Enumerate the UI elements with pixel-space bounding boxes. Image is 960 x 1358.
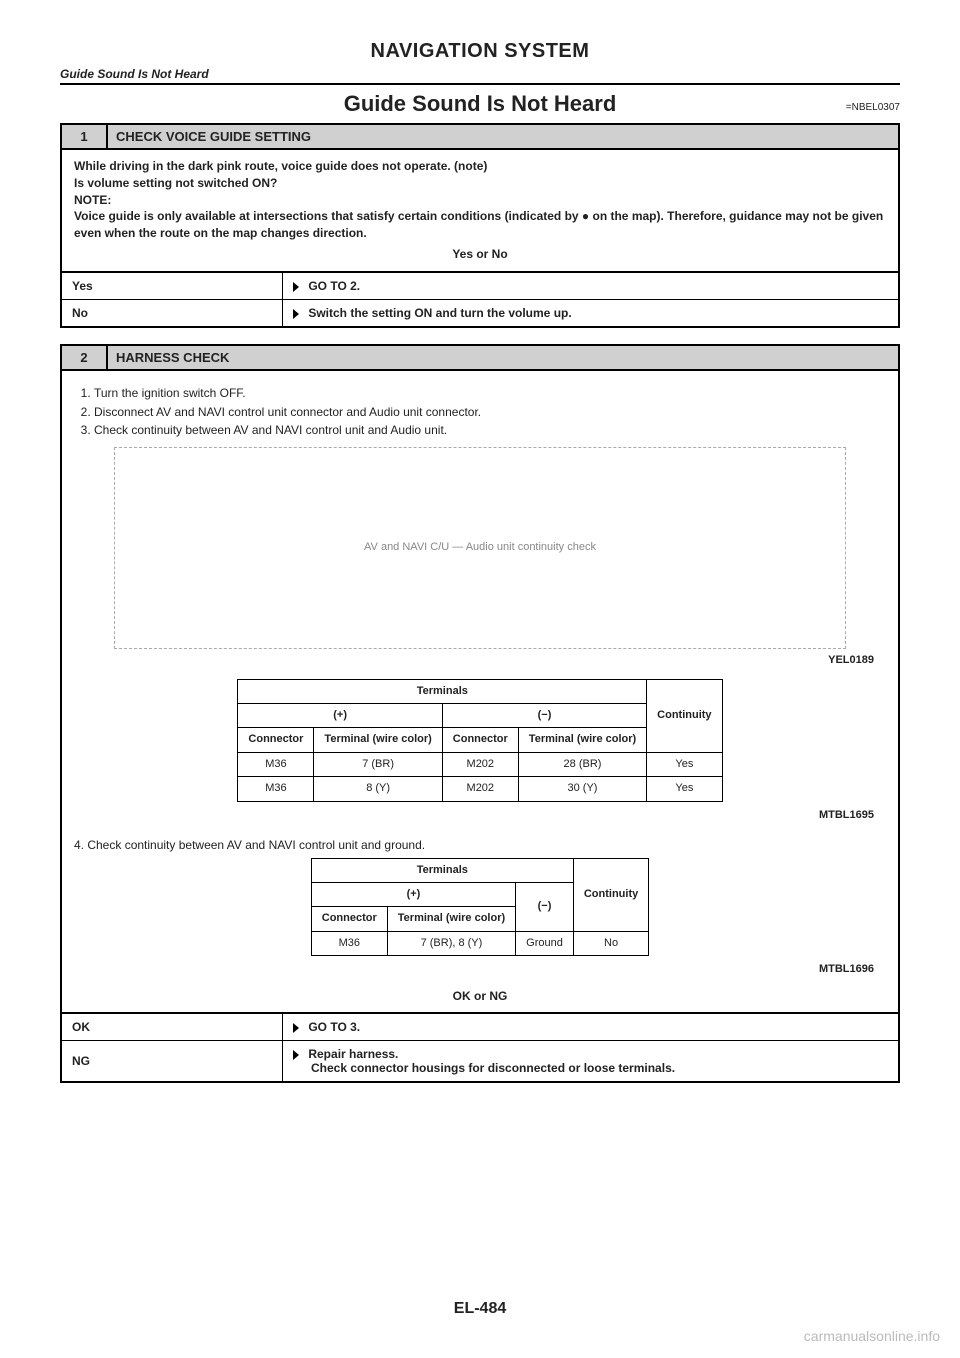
page: NAVIGATION SYSTEM Guide Sound Is Not Hea… xyxy=(0,0,960,1358)
cell: 8 (Y) xyxy=(314,777,442,801)
diagram-label: AV and NAVI C/U — Audio unit continuity … xyxy=(364,540,596,555)
cell: 7 (BR), 8 (Y) xyxy=(387,931,515,955)
page-number: EL-484 xyxy=(0,1300,960,1318)
th-terminal: Terminal (wire color) xyxy=(387,907,515,931)
wiring-diagram: AV and NAVI C/U — Audio unit continuity … xyxy=(114,447,846,649)
th-connector: Connector xyxy=(311,907,387,931)
chevron-right-icon xyxy=(293,1050,299,1060)
table-row: M36 7 (BR), 8 (Y) Ground No xyxy=(311,931,648,955)
cell: M202 xyxy=(442,752,518,776)
diagram-code: YEL0189 xyxy=(74,653,886,674)
step-2-result-label: OK or NG xyxy=(74,984,886,1009)
step-2-body: Turn the ignition switch OFF. Disconnect… xyxy=(62,371,898,1013)
cell: Ground xyxy=(516,931,574,955)
cell: Yes xyxy=(647,752,722,776)
step-2-ol: Turn the ignition switch OFF. Disconnect… xyxy=(74,385,886,439)
th-minus: (−) xyxy=(442,703,646,727)
cell: M36 xyxy=(238,752,314,776)
chevron-right-icon xyxy=(293,1023,299,1033)
continuity-table-2: Terminals Continuity (+) (−) Connector T… xyxy=(311,858,649,957)
list-item: Turn the ignition switch OFF. xyxy=(94,385,886,402)
result-right: Repair harness. Check connector housings… xyxy=(283,1041,899,1082)
step-2-result-table: OK GO TO 3. NG Repair harness. Check con… xyxy=(62,1012,898,1081)
th-terminals: Terminals xyxy=(238,679,647,703)
table1-code: MTBL1695 xyxy=(74,806,886,829)
breadcrumb: Guide Sound Is Not Heard xyxy=(60,67,900,85)
result-right: GO TO 3. xyxy=(283,1013,899,1041)
step-1-line2: Is volume setting not switched ON? xyxy=(74,175,886,192)
cell: 30 (Y) xyxy=(518,777,646,801)
table-row: Terminals Continuity xyxy=(238,679,722,703)
result-left: NG xyxy=(62,1041,283,1082)
chevron-right-icon xyxy=(293,309,299,319)
result-right-text: GO TO 3. xyxy=(308,1020,360,1034)
table2-code: MTBL1696 xyxy=(74,960,886,983)
result-right-text: GO TO 2. xyxy=(308,279,360,293)
table-row: M36 7 (BR) M202 28 (BR) Yes xyxy=(238,752,722,776)
table1-wrap: Terminals Continuity (+) (−) Connector T… xyxy=(74,679,886,802)
result-right-text: Switch the setting ON and turn the volum… xyxy=(308,306,571,320)
step-2-header: 2 HARNESS CHECK xyxy=(62,346,898,371)
table-row: OK GO TO 3. xyxy=(62,1013,898,1041)
step-2-num: 2 xyxy=(62,346,108,369)
result-right: Switch the setting ON and turn the volum… xyxy=(283,299,899,326)
watermark: carmanualsonline.info xyxy=(804,1328,940,1344)
th-continuity: Continuity xyxy=(647,679,722,752)
table-row: Yes GO TO 2. xyxy=(62,272,898,300)
cell: 28 (BR) xyxy=(518,752,646,776)
th-continuity: Continuity xyxy=(573,858,648,931)
table2-wrap: Terminals Continuity (+) (−) Connector T… xyxy=(74,858,886,957)
table-row: No Switch the setting ON and turn the vo… xyxy=(62,299,898,326)
cell: Yes xyxy=(647,777,722,801)
th-connector: Connector xyxy=(238,728,314,752)
step-2-label: HARNESS CHECK xyxy=(108,346,898,369)
th-minus: (−) xyxy=(516,883,574,932)
cell: M202 xyxy=(442,777,518,801)
th-plus: (+) xyxy=(238,703,442,727)
th-terminal: Terminal (wire color) xyxy=(314,728,442,752)
cell: No xyxy=(573,931,648,955)
th-plus: (+) xyxy=(311,883,515,907)
table-row: NG Repair harness. Check connector housi… xyxy=(62,1041,898,1082)
list-item: Check continuity between AV and NAVI con… xyxy=(94,422,886,439)
step-1-header: 1 CHECK VOICE GUIDE SETTING xyxy=(62,125,898,150)
cell: M36 xyxy=(311,931,387,955)
cell: 7 (BR) xyxy=(314,752,442,776)
th-connector: Connector xyxy=(442,728,518,752)
result-right: GO TO 2. xyxy=(283,272,899,300)
result-right-text-2: Check connector housings for disconnecte… xyxy=(311,1061,675,1075)
step-1-note-text: Voice guide is only available at interse… xyxy=(74,208,886,242)
step-1-body: While driving in the dark pink route, vo… xyxy=(62,150,898,271)
result-right-text: Repair harness. xyxy=(308,1047,398,1061)
chevron-right-icon xyxy=(293,282,299,292)
result-left: Yes xyxy=(62,272,283,300)
table-row: Terminals Continuity xyxy=(311,858,648,882)
th-terminals: Terminals xyxy=(311,858,573,882)
step-2-box: 2 HARNESS CHECK Turn the ignition switch… xyxy=(60,344,900,1084)
step-1-note-label: NOTE: xyxy=(74,192,886,209)
result-left: No xyxy=(62,299,283,326)
system-title: NAVIGATION SYSTEM xyxy=(60,40,900,63)
step-2-ol2: 4. Check continuity between AV and NAVI … xyxy=(74,837,886,854)
step-1-num: 1 xyxy=(62,125,108,148)
list-item: Disconnect AV and NAVI control unit conn… xyxy=(94,404,886,421)
step-1-result-label: Yes or No xyxy=(74,242,886,267)
section-title: Guide Sound Is Not Heard xyxy=(344,91,617,117)
section-code: =NBEL0307 xyxy=(846,102,900,113)
th-terminal: Terminal (wire color) xyxy=(518,728,646,752)
list-item: Check continuity between AV and NAVI con… xyxy=(87,838,425,852)
step-1-label: CHECK VOICE GUIDE SETTING xyxy=(108,125,898,148)
step-1-result-table: Yes GO TO 2. No Switch the setting ON an… xyxy=(62,271,898,326)
continuity-table-1: Terminals Continuity (+) (−) Connector T… xyxy=(237,679,722,802)
result-left: OK xyxy=(62,1013,283,1041)
table-row: M36 8 (Y) M202 30 (Y) Yes xyxy=(238,777,722,801)
cell: M36 xyxy=(238,777,314,801)
step-1-line1: While driving in the dark pink route, vo… xyxy=(74,158,886,175)
section-title-row: Guide Sound Is Not Heard =NBEL0307 xyxy=(60,91,900,117)
step-1-box: 1 CHECK VOICE GUIDE SETTING While drivin… xyxy=(60,123,900,328)
